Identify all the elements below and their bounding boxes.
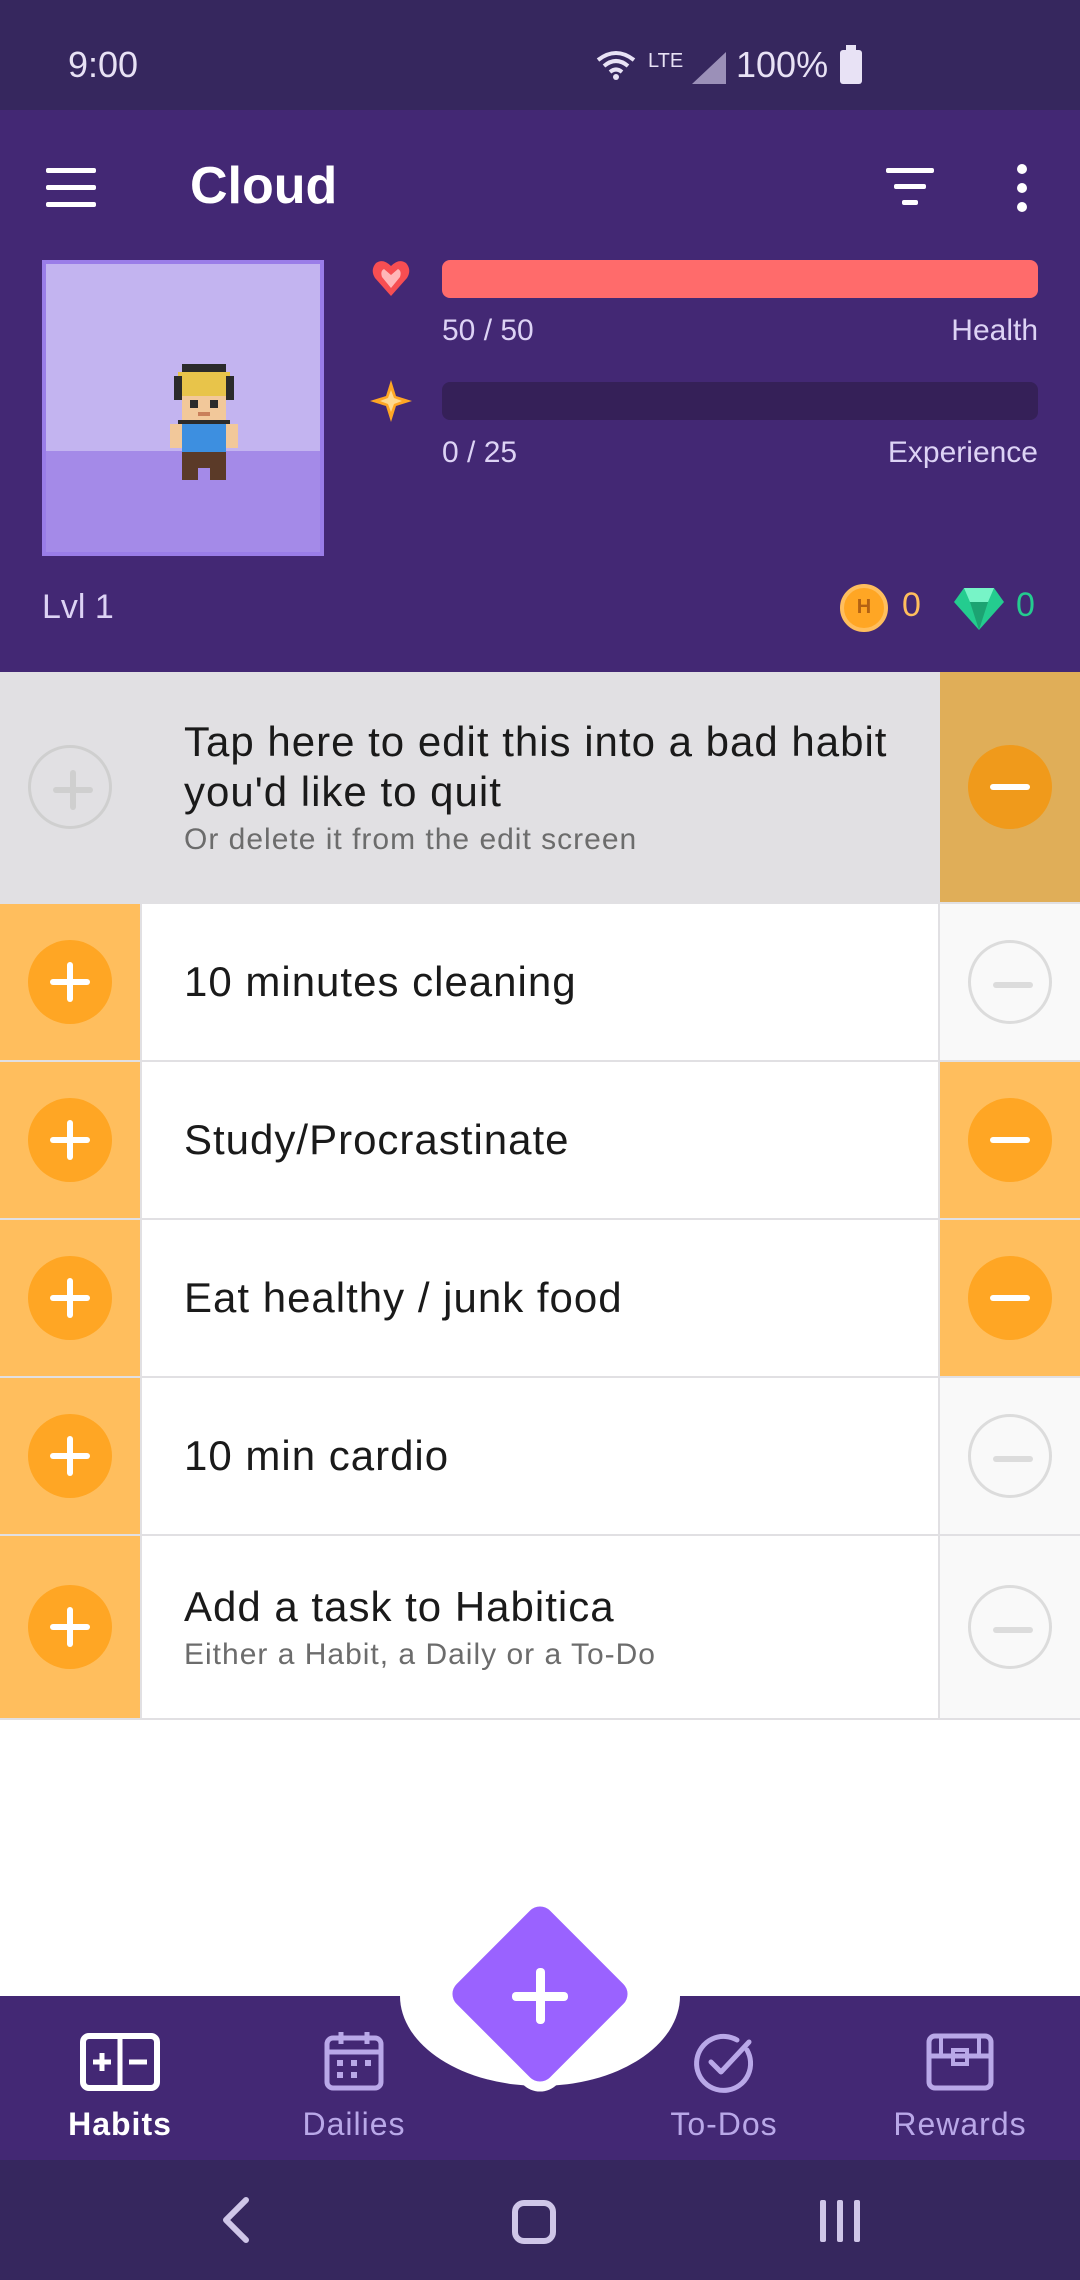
page-title: Cloud — [190, 157, 338, 215]
plus-icon[interactable] — [28, 745, 112, 829]
habit-body[interactable]: Add a task to Habitica Either a Habit, a… — [142, 1536, 938, 1718]
status-bar: 9:00 LTE 100% — [0, 0, 1080, 110]
habit-body[interactable]: Eat healthy / junk food — [142, 1220, 938, 1376]
habit-minus-area[interactable] — [938, 1378, 1080, 1534]
tab-rewards[interactable]: Rewards — [840, 2030, 1080, 2143]
gold-coin-icon — [840, 584, 888, 632]
plus-icon[interactable] — [28, 940, 112, 1024]
level-label: Lvl 1 — [42, 588, 114, 626]
habit-plus-area[interactable] — [0, 904, 142, 1060]
habit-plus-area[interactable] — [0, 1378, 142, 1534]
gem-icon — [954, 588, 1004, 630]
habit-plus-area[interactable] — [0, 1220, 142, 1376]
habit-row[interactable]: 10 minutes cleaning — [0, 904, 1080, 1062]
habit-title: Tap here to edit this into a bad habit y… — [184, 718, 888, 815]
signal-icon — [692, 52, 726, 84]
habit-row[interactable]: Study/Procrastinate — [0, 1062, 1080, 1220]
habit-minus-area[interactable] — [938, 904, 1080, 1060]
header: Cloud 50 / 50 Health 0 / 25 Experience L… — [0, 110, 1080, 672]
tab-rewards-label: Rewards — [893, 2106, 1027, 2142]
habit-title: Add a task to Habitica — [184, 1583, 615, 1630]
tab-dailies[interactable]: Dailies — [234, 2030, 474, 2143]
avatar[interactable] — [42, 260, 324, 556]
habit-row[interactable]: Add a task to Habitica Either a Habit, a… — [0, 1536, 1080, 1720]
health-value: 50 / 50 — [442, 314, 534, 347]
plus-icon[interactable] — [28, 1585, 112, 1669]
calendar-icon — [324, 2032, 384, 2091]
tab-habits-label: Habits — [68, 2106, 172, 2142]
gold-value: 0 — [902, 586, 921, 624]
network-type: LTE — [648, 50, 684, 72]
filter-icon[interactable] — [886, 168, 936, 208]
check-circle-icon — [694, 2033, 754, 2093]
plus-icon[interactable] — [28, 1256, 112, 1340]
habit-plus-area[interactable] — [0, 672, 142, 902]
heart-icon — [372, 261, 410, 296]
more-vertical-icon[interactable] — [1010, 162, 1034, 214]
experience-value: 0 / 25 — [442, 436, 518, 469]
habit-plus-area[interactable] — [0, 1536, 142, 1718]
habit-body[interactable]: Study/Procrastinate — [142, 1062, 938, 1218]
back-icon[interactable] — [216, 2196, 256, 2244]
habit-minus-area[interactable] — [938, 672, 1080, 902]
minus-icon[interactable] — [968, 1414, 1052, 1498]
plus-icon[interactable] — [28, 1098, 112, 1182]
habit-row[interactable]: Eat healthy / junk food — [0, 1220, 1080, 1378]
minus-icon[interactable] — [968, 1585, 1052, 1669]
health-bar — [442, 260, 1038, 298]
habit-list: Tap here to edit this into a bad habit y… — [0, 672, 1080, 1720]
habit-title: 10 min cardio — [184, 1432, 450, 1479]
hamburger-icon[interactable] — [46, 168, 100, 208]
battery-icon — [840, 45, 862, 84]
habits-icon — [80, 2033, 160, 2091]
minus-icon[interactable] — [968, 745, 1052, 829]
battery-percent: 100% — [736, 44, 829, 85]
habit-notes: Or delete it from the edit screen — [184, 823, 638, 856]
habit-minus-area[interactable] — [938, 1062, 1080, 1218]
minus-icon[interactable] — [968, 940, 1052, 1024]
habit-body[interactable]: Tap here to edit this into a bad habit y… — [142, 672, 938, 902]
health-label: Health — [951, 314, 1038, 347]
tab-todos-label: To-Dos — [670, 2106, 778, 2142]
habit-minus-area[interactable] — [938, 1536, 1080, 1718]
minus-icon[interactable] — [968, 1256, 1052, 1340]
habit-minus-area[interactable] — [938, 1220, 1080, 1376]
plus-icon[interactable] — [28, 1414, 112, 1498]
experience-bar — [442, 382, 1038, 420]
recent-apps-icon[interactable] — [818, 2200, 862, 2242]
home-icon[interactable] — [512, 2200, 556, 2244]
avatar-character-icon — [170, 364, 238, 480]
habit-row[interactable]: 10 min cardio — [0, 1378, 1080, 1536]
habit-title: Study/Procrastinate — [184, 1116, 570, 1163]
status-time: 9:00 — [68, 44, 139, 85]
habit-notes: Either a Habit, a Daily or a To-Do — [184, 1638, 656, 1671]
habit-body[interactable]: 10 minutes cleaning — [142, 904, 938, 1060]
minus-icon[interactable] — [968, 1098, 1052, 1182]
habit-row[interactable]: Tap here to edit this into a bad habit y… — [0, 672, 1080, 904]
plus-icon[interactable] — [508, 1964, 572, 2028]
experience-label: Experience — [887, 436, 1038, 469]
tab-habits[interactable]: Habits — [0, 2030, 240, 2143]
habit-title: Eat healthy / junk food — [184, 1274, 623, 1321]
habit-plus-area[interactable] — [0, 1062, 142, 1218]
tab-todos[interactable]: To-Dos — [604, 2030, 844, 2143]
tab-dailies-label: Dailies — [302, 2106, 406, 2142]
wifi-icon — [596, 51, 636, 80]
habit-body[interactable]: 10 min cardio — [142, 1378, 938, 1534]
habit-title: 10 minutes cleaning — [184, 958, 577, 1005]
treasure-chest-icon — [926, 2033, 994, 2091]
gem-value: 0 — [1016, 586, 1035, 624]
star-icon — [370, 380, 412, 422]
